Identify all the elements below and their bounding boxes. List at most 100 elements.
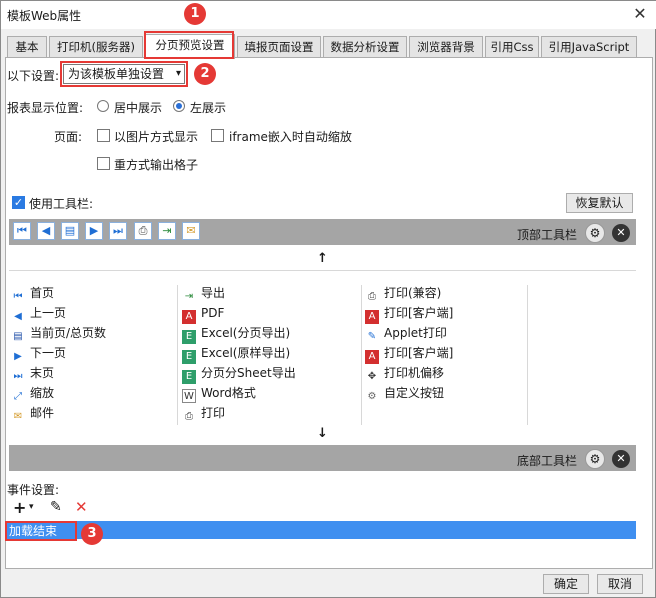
checkbox-image-display[interactable] — [97, 129, 110, 142]
item-label: 分页分Sheet导出 — [201, 366, 296, 380]
close-window-icon[interactable]: ✕ — [629, 3, 651, 25]
export-icon[interactable]: ⇥ — [158, 222, 176, 240]
tab-fill-page[interactable]: 填报页面设置 — [237, 36, 321, 58]
item-next-page[interactable]: ▶ 下一页 — [11, 343, 66, 363]
item-print-client-2[interactable]: A 打印[客户端] — [365, 343, 454, 364]
gear-icon[interactable]: ⚙ — [585, 223, 605, 243]
delete-event-icon[interactable]: ✕ — [75, 498, 88, 516]
tab-data-analysis[interactable]: 数据分析设置 — [323, 36, 407, 58]
item-label: 打印[客户端] — [384, 306, 454, 320]
remove-top-toolbar-icon[interactable]: ✕ — [612, 224, 630, 242]
item-label: 打印[客户端] — [384, 346, 454, 360]
pdf-print-icon: A — [365, 350, 379, 364]
item-label: Excel(分页导出) — [201, 326, 291, 340]
pdf-print-icon: A — [365, 310, 379, 324]
restore-default-button[interactable]: 恢复默认 — [566, 193, 633, 213]
next-page-icon[interactable]: ▶ — [85, 222, 103, 240]
callout-badge-3: 3 — [81, 523, 103, 545]
item-zoom[interactable]: ⤢ 缩放 — [11, 383, 54, 403]
scope-select-value: 为该模板单独设置 — [68, 67, 165, 81]
last-page-icon[interactable]: ⏭ — [109, 222, 127, 240]
tab-css[interactable]: 引用Css — [485, 36, 539, 58]
item-excel-page[interactable]: E Excel(分页导出) — [182, 323, 291, 344]
email-icon[interactable]: ✉ — [182, 222, 200, 240]
email-icon: ✉ — [13, 411, 23, 422]
first-page-icon[interactable]: ⏮ — [13, 222, 31, 240]
item-label: Word格式 — [201, 386, 256, 400]
item-label: 打印 — [201, 406, 226, 420]
add-event-icon[interactable]: + — [13, 498, 26, 517]
word-icon: W — [182, 389, 196, 403]
tab-page-preview[interactable]: 分页预览设置 — [145, 34, 235, 59]
event-item-label: 加载结束 — [9, 524, 58, 538]
bottom-toolbar-label: 底部工具栏 — [517, 454, 578, 468]
grid-divider — [527, 285, 528, 425]
checkbox-use-toolbar[interactable]: ✓ — [12, 196, 25, 209]
item-first-page[interactable]: ⏮ 首页 — [11, 283, 55, 303]
checkbox-cell-output[interactable] — [97, 157, 110, 170]
excel-icon: E — [182, 370, 196, 384]
event-settings-label: 事件设置: — [7, 483, 60, 497]
radio-left[interactable] — [173, 100, 185, 112]
item-prev-page[interactable]: ◀ 上一页 — [11, 303, 66, 323]
item-word[interactable]: W Word格式 — [182, 383, 256, 403]
checkbox-iframe-scale[interactable] — [211, 129, 224, 142]
page-label: 页面: — [54, 130, 83, 144]
web-properties-dialog: 模板Web属性 ✕ 基本 打印机(服务器) 分页预览设置 填报页面设置 数据分析… — [0, 0, 656, 598]
item-label: 打印机偏移 — [384, 366, 445, 380]
item-print-client[interactable]: A 打印[客户端] — [365, 303, 454, 324]
add-event-dropdown-icon[interactable]: ▾ — [29, 502, 34, 512]
print-icon: ⎙ — [368, 291, 376, 302]
cell-output-label: 重方式输出格子 — [114, 158, 199, 172]
ok-button[interactable]: 确定 — [543, 574, 589, 594]
callout-badge-2: 2 — [194, 63, 216, 85]
export-icon: ⇥ — [184, 291, 194, 302]
title-bar: 模板Web属性 ✕ — [1, 1, 656, 29]
page-count-icon[interactable]: ▤ — [61, 222, 79, 240]
move-down-arrow-icon[interactable]: ↓ — [9, 425, 636, 443]
item-label: 导出 — [201, 286, 226, 300]
gear-icon: ⚙ — [367, 391, 377, 402]
print-icon: ⎙ — [185, 411, 193, 422]
cancel-button[interactable]: 取消 — [597, 574, 643, 594]
item-excel-original[interactable]: E Excel(原样导出) — [182, 343, 290, 364]
move-up-arrow-icon[interactable]: ↑ — [9, 250, 636, 268]
item-custom-button[interactable]: ⚙ 自定义按钮 — [365, 383, 445, 403]
edit-event-icon[interactable]: ✎ — [50, 499, 62, 515]
excel-icon: E — [182, 330, 196, 344]
item-page-count[interactable]: ▤ 当前页/总页数 — [11, 323, 106, 343]
item-label: 首页 — [30, 286, 55, 300]
item-print[interactable]: ⎙ 打印 — [182, 403, 225, 423]
tab-browser-background[interactable]: 浏览器背景 — [409, 36, 483, 58]
tab-printer-server[interactable]: 打印机(服务器) — [49, 36, 143, 58]
item-pdf[interactable]: A PDF — [182, 303, 224, 324]
scope-select[interactable]: 为该模板单独设置 ▾ — [63, 64, 185, 84]
tab-basic[interactable]: 基本 — [7, 36, 47, 58]
grid-divider — [177, 285, 178, 425]
pdf-icon: A — [182, 310, 196, 324]
item-email[interactable]: ✉ 邮件 — [11, 403, 54, 423]
applet-icon: ✎ — [367, 331, 377, 342]
item-last-page[interactable]: ⏭ 末页 — [11, 363, 55, 383]
callout-badge-1: 1 — [184, 3, 206, 25]
print-icon[interactable]: ⎙ — [134, 222, 152, 240]
radio-left-label: 左展示 — [190, 101, 227, 115]
item-print-compatible[interactable]: ⎙ 打印(兼容) — [365, 283, 441, 303]
remove-bottom-toolbar-icon[interactable]: ✕ — [612, 450, 630, 468]
radio-center[interactable] — [97, 100, 109, 112]
item-label: 末页 — [30, 366, 55, 380]
item-applet-print[interactable]: ✎ Applet打印 — [365, 323, 447, 343]
position-label: 报表显示位置: — [7, 101, 84, 115]
item-export[interactable]: ⇥ 导出 — [182, 283, 225, 303]
move-icon: ✥ — [367, 371, 377, 382]
tab-javascript[interactable]: 引用JavaScript — [541, 36, 637, 58]
item-excel-sheet[interactable]: E 分页分Sheet导出 — [182, 363, 296, 384]
use-toolbar-label: 使用工具栏: — [29, 197, 94, 211]
item-label: 邮件 — [30, 406, 55, 420]
prev-page-icon[interactable]: ◀ — [37, 222, 55, 240]
item-printer-offset[interactable]: ✥ 打印机偏移 — [365, 363, 444, 383]
gear-icon[interactable]: ⚙ — [585, 449, 605, 469]
item-label: 自定义按钮 — [384, 386, 445, 400]
item-label: Applet打印 — [384, 326, 447, 340]
prev-page-icon: ◀ — [14, 311, 22, 322]
